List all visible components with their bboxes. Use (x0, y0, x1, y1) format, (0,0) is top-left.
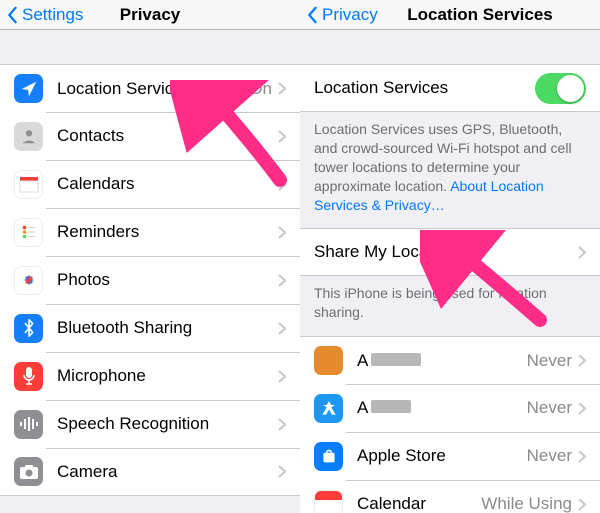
right-content: Location Services Location Services uses… (300, 30, 600, 513)
left-content: Location Services On Contacts Calendars (0, 30, 300, 513)
row-label: Speech Recognition (57, 414, 278, 434)
calendars-icon (14, 170, 43, 199)
privacy-pane: Settings Privacy Location Services On Co… (0, 0, 300, 513)
app-value: While Using (481, 494, 572, 513)
location-services-description: Location Services uses GPS, Bluetooth, a… (300, 112, 600, 228)
app-row[interactable]: A Never (300, 336, 600, 384)
app1-icon (314, 346, 343, 375)
back-to-privacy[interactable]: Privacy (300, 5, 378, 25)
chevron-right-icon (278, 274, 286, 287)
chevron-right-icon (578, 450, 586, 463)
app-value: Never (527, 446, 572, 466)
photos-icon (14, 266, 43, 295)
row-contacts[interactable]: Contacts (0, 112, 300, 160)
row-label: Contacts (57, 126, 278, 146)
row-label: Photos (57, 270, 278, 290)
chevron-right-icon (278, 465, 286, 478)
app-row-apple-store[interactable]: Apple Store Never (300, 432, 600, 480)
app-row[interactable]: A Never (300, 384, 600, 432)
row-label: Bluetooth Sharing (57, 318, 278, 338)
row-speech-recognition[interactable]: Speech Recognition (0, 400, 300, 448)
location-services-toggle[interactable] (535, 73, 586, 104)
chevron-right-icon (278, 370, 286, 383)
chevron-right-icon (278, 178, 286, 191)
row-label: Microphone (57, 366, 278, 386)
location-services-icon (14, 74, 43, 103)
appstore-icon (314, 394, 343, 423)
apple-store-icon (314, 442, 343, 471)
chevron-left-icon (306, 6, 318, 24)
chevron-left-icon (6, 6, 18, 24)
app-label: A (357, 398, 527, 418)
row-bluetooth-sharing[interactable]: Bluetooth Sharing (0, 304, 300, 352)
camera-icon (14, 457, 43, 486)
row-label: Share My Location (314, 242, 578, 262)
back-to-settings[interactable]: Settings (0, 5, 83, 25)
row-label: Calendars (57, 174, 278, 194)
chevron-right-icon (278, 226, 286, 239)
bluetooth-sharing-icon (14, 314, 43, 343)
chevron-right-icon (578, 498, 586, 511)
row-microphone[interactable]: Microphone (0, 352, 300, 400)
back-label: Settings (22, 5, 83, 25)
row-camera[interactable]: Camera (0, 448, 300, 496)
chevron-right-icon (278, 322, 286, 335)
reminders-icon (14, 218, 43, 247)
row-calendars[interactable]: Calendars (0, 160, 300, 208)
chevron-right-icon (278, 130, 286, 143)
microphone-icon (14, 362, 43, 391)
chevron-right-icon (278, 418, 286, 431)
chevron-right-icon (278, 82, 286, 95)
app-row-calendar[interactable]: Calendar While Using (300, 480, 600, 513)
app-value: Never (527, 351, 572, 371)
left-navbar: Settings Privacy (0, 0, 300, 30)
row-label: Camera (57, 462, 278, 482)
row-photos[interactable]: Photos (0, 256, 300, 304)
toggle-label: Location Services (314, 78, 535, 98)
app-label: A (357, 351, 527, 371)
row-location-services-toggle[interactable]: Location Services (300, 64, 600, 112)
chevron-right-icon (578, 246, 586, 259)
chevron-right-icon (578, 354, 586, 367)
row-label: Location Services (57, 79, 249, 99)
location-services-pane: Privacy Location Services Location Servi… (300, 0, 600, 513)
right-navbar: Privacy Location Services (300, 0, 600, 30)
row-reminders[interactable]: Reminders (0, 208, 300, 256)
row-location-services[interactable]: Location Services On (0, 64, 300, 112)
row-label: Reminders (57, 222, 278, 242)
chevron-right-icon (578, 402, 586, 415)
app-label: Apple Store (357, 446, 527, 466)
contacts-icon (14, 122, 43, 151)
speech-recognition-icon (14, 410, 43, 439)
app-value: Never (527, 398, 572, 418)
share-location-description: This iPhone is being used for location s… (300, 276, 600, 336)
row-share-my-location[interactable]: Share My Location (300, 228, 600, 276)
app-label: Calendar (357, 494, 481, 513)
calendar-icon (314, 490, 343, 513)
back-label: Privacy (322, 5, 378, 25)
row-value: On (249, 79, 272, 99)
